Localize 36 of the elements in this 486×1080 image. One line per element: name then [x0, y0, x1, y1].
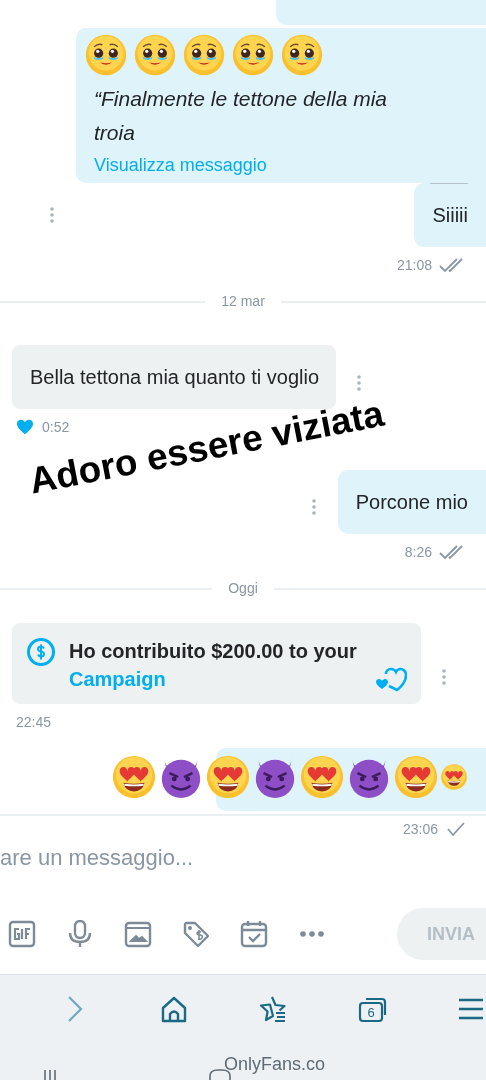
quoted-message-text: “Finalmente le tettone della mia troia: [94, 86, 388, 146]
message-time: 0:52: [42, 417, 70, 437]
more-icon[interactable]: [50, 207, 54, 223]
menu-icon[interactable]: [459, 997, 483, 1021]
more-icon[interactable]: [311, 499, 316, 515]
message-time: 8:26: [404, 542, 432, 562]
star-list-icon[interactable]: [258, 995, 288, 1023]
heart-tip-icon[interactable]: [375, 666, 407, 692]
view-message-link[interactable]: Visualizza messaggio: [94, 152, 267, 179]
message-bubble: Bella tettona mia quanto ti voglio: [12, 345, 337, 409]
tabs-outline-icon: [358, 995, 388, 1023]
image-icon[interactable]: [124, 920, 152, 948]
home-icon[interactable]: [160, 995, 188, 1023]
message-time: 22:45: [16, 712, 52, 732]
message-bubble: Siiiii: [414, 183, 486, 247]
date-divider-label: 12 mar: [221, 292, 265, 311]
tabs-icon[interactable]: 6: [358, 995, 388, 1023]
forward-icon[interactable]: [66, 994, 84, 1024]
message-bubble: Porcone mio: [337, 470, 486, 534]
date-divider-label: Oggi: [228, 579, 258, 598]
heart-icon[interactable]: [16, 419, 34, 435]
message-time: 23:06: [402, 819, 438, 839]
recent-apps-icon[interactable]: [43, 1070, 57, 1080]
dollar-coin-icon: [26, 637, 56, 667]
price-tag-icon[interactable]: [182, 920, 210, 948]
tab-count: 6: [366, 1005, 376, 1021]
microphone-icon[interactable]: [66, 920, 94, 948]
gif-icon[interactable]: [8, 920, 36, 948]
message-time: 21:08: [396, 255, 432, 275]
campaign-link[interactable]: Campaign: [69, 668, 166, 690]
more-icon[interactable]: [442, 668, 446, 685]
tip-message-text: Ho contribuito $200.00 to your Campaign: [69, 639, 358, 692]
calendar-check-icon[interactable]: [240, 920, 268, 948]
address-text: OnlyFans.co: [224, 1053, 326, 1076]
message-input[interactable]: are un messaggio...: [0, 836, 486, 880]
more-icon[interactable]: [357, 375, 362, 391]
